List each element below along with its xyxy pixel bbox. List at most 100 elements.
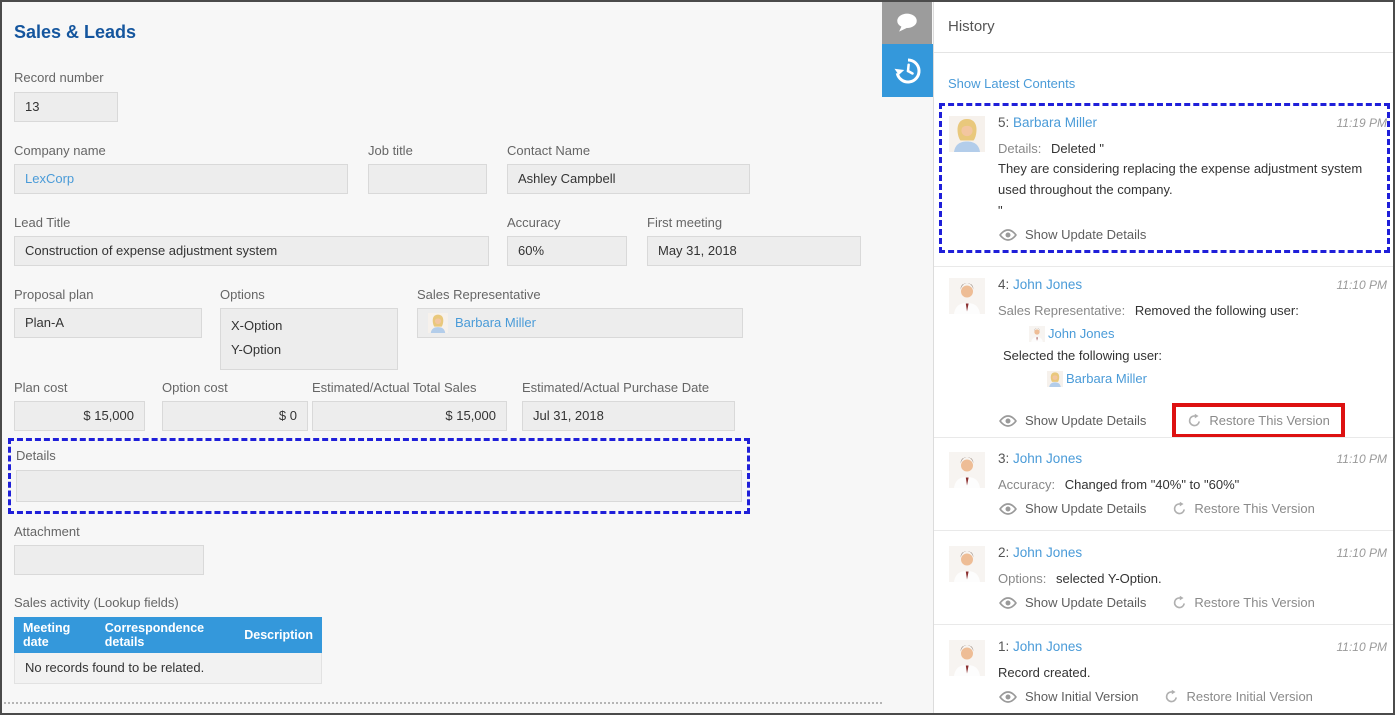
total-sales-label: Estimated/Actual Total Sales xyxy=(312,380,477,395)
company-name-field: LexCorp xyxy=(14,164,348,194)
history-header-divider xyxy=(934,52,1393,53)
proposal-plan-field: Plan-A xyxy=(14,308,202,338)
sales-representative-field: Barbara Miller xyxy=(417,308,743,338)
entry5-number: 5: xyxy=(998,115,1009,130)
record-number-label: Record number xyxy=(14,70,104,85)
entry4-selected-label: Selected the following user: xyxy=(1003,347,1389,365)
male-user-avatar xyxy=(949,640,985,676)
entry-divider xyxy=(934,530,1393,531)
lead-title-label: Lead Title xyxy=(14,215,70,230)
app-window: Sales & Leads Record number 13 Company n… xyxy=(0,0,1395,715)
male-user-avatar xyxy=(949,546,985,582)
circular-arrows-icon xyxy=(1172,595,1187,610)
entry4-removed-user-link[interactable]: John Jones xyxy=(1048,324,1115,344)
proposal-plan-label: Proposal plan xyxy=(14,287,94,302)
entry2-field-label: Options: xyxy=(998,571,1046,586)
company-name-link[interactable]: LexCorp xyxy=(25,171,74,186)
eye-icon xyxy=(998,691,1018,703)
entry3-show-update-details-button[interactable]: Show Update Details xyxy=(998,501,1146,516)
restore-highlight-red-box: Restore This Version xyxy=(1172,403,1344,438)
entry-divider xyxy=(934,437,1393,438)
circular-arrows-icon xyxy=(1187,413,1202,428)
entry5-action-text: Deleted " xyxy=(1051,141,1104,156)
options-label: Options xyxy=(220,287,265,302)
contact-name-label: Contact Name xyxy=(507,143,590,158)
male-user-avatar xyxy=(949,452,985,488)
history-entry-3: 11:10 PM 3: John Jones Accuracy: Changed… xyxy=(949,450,1389,516)
purchase-date-label: Estimated/Actual Purchase Date xyxy=(522,380,709,395)
entry1-timestamp: 11:10 PM xyxy=(1337,640,1387,654)
male-user-avatar xyxy=(949,278,985,314)
entry3-restore-this-version-button[interactable]: Restore This Version xyxy=(1172,501,1314,516)
history-tab-button[interactable] xyxy=(882,44,934,97)
details-field xyxy=(16,470,742,502)
entry4-field-label: Sales Representative: xyxy=(998,303,1125,318)
sales-activity-table: Meeting date Correspondence details Desc… xyxy=(14,617,322,684)
sales-activity-empty-row: No records found to be related. xyxy=(14,653,322,684)
history-clock-icon xyxy=(893,56,923,86)
sales-representative-link[interactable]: Barbara Miller xyxy=(455,309,536,337)
eye-icon xyxy=(998,503,1018,515)
total-sales-field: $ 15,000 xyxy=(312,401,507,431)
history-panel: History Show Latest Contents 11:19 PM 5:… xyxy=(933,2,1393,713)
entry5-body-line-1: They are considering replacing the expen… xyxy=(998,158,1389,179)
sales-activity-table-header: Meeting date Correspondence details Desc… xyxy=(14,617,322,653)
entry5-field-label: Details: xyxy=(998,141,1041,156)
first-meeting-label: First meeting xyxy=(647,215,722,230)
entry5-timestamp: 11:19 PM xyxy=(1337,116,1387,130)
entry-divider xyxy=(934,266,1393,267)
entry-divider xyxy=(934,624,1393,625)
entry2-restore-this-version-button[interactable]: Restore This Version xyxy=(1172,595,1314,610)
details-label: Details xyxy=(16,448,56,463)
entry2-timestamp: 11:10 PM xyxy=(1337,546,1387,560)
male-user-avatar-icon xyxy=(1029,326,1045,342)
entry1-number: 1: xyxy=(998,639,1009,654)
entry4-user-link[interactable]: John Jones xyxy=(1013,277,1082,292)
entry2-number: 2: xyxy=(998,545,1009,560)
entry4-restore-this-version-button[interactable]: Restore This Version xyxy=(1187,413,1329,428)
entry1-user-link[interactable]: John Jones xyxy=(1013,639,1082,654)
entry2-show-update-details-button[interactable]: Show Update Details xyxy=(998,595,1146,610)
circular-arrows-icon xyxy=(1164,689,1179,704)
history-entry-4: 11:10 PM 4: John Jones Sales Representat… xyxy=(949,276,1389,438)
entry4-selected-user-chip: Barbara Miller xyxy=(1047,369,1389,389)
entry5-body-line-2: used throughout the company. xyxy=(998,179,1389,200)
col-description: Description xyxy=(244,628,313,642)
col-correspondence-details: Correspondence details xyxy=(105,621,229,649)
female-user-avatar-icon xyxy=(428,313,448,333)
section-dotted-divider xyxy=(4,702,882,704)
entry5-user-link[interactable]: Barbara Miller xyxy=(1013,115,1097,130)
entry2-user-link[interactable]: John Jones xyxy=(1013,545,1082,560)
entry1-restore-initial-version-button[interactable]: Restore Initial Version xyxy=(1164,689,1312,704)
eye-icon xyxy=(998,597,1018,609)
job-title-label: Job title xyxy=(368,143,413,158)
contact-name-field: Ashley Campbell xyxy=(507,164,750,194)
entry4-show-update-details-button[interactable]: Show Update Details xyxy=(998,413,1146,428)
entry4-number: 4: xyxy=(998,277,1009,292)
show-latest-contents-link[interactable]: Show Latest Contents xyxy=(948,76,1075,91)
entry5-show-update-details-button[interactable]: Show Update Details xyxy=(998,227,1146,242)
circular-arrows-icon xyxy=(1172,501,1187,516)
entry4-selected-user-link[interactable]: Barbara Miller xyxy=(1066,369,1147,389)
attachment-field xyxy=(14,545,204,575)
history-entry-2: 11:10 PM 2: John Jones Options: selected… xyxy=(949,544,1389,610)
entry3-timestamp: 11:10 PM xyxy=(1337,452,1387,466)
female-user-avatar xyxy=(949,116,985,152)
option-y: Y-Option xyxy=(231,338,387,362)
col-meeting-date: Meeting date xyxy=(23,621,90,649)
purchase-date-field: Jul 31, 2018 xyxy=(522,401,735,431)
history-panel-title: History xyxy=(948,18,995,35)
plan-cost-field: $ 15,000 xyxy=(14,401,145,431)
history-entry-1: 11:10 PM 1: John Jones Record created. S… xyxy=(949,638,1389,704)
page-title: Sales & Leads xyxy=(14,22,136,43)
entry3-user-link[interactable]: John Jones xyxy=(1013,451,1082,466)
entry1-show-initial-version-button[interactable]: Show Initial Version xyxy=(998,689,1138,704)
lead-title-field: Construction of expense adjustment syste… xyxy=(14,236,489,266)
option-cost-label: Option cost xyxy=(162,380,228,395)
entry2-action-text: selected Y-Option. xyxy=(1056,571,1162,586)
option-x: X-Option xyxy=(231,314,387,338)
entry3-number: 3: xyxy=(998,451,1009,466)
comments-tab-button[interactable] xyxy=(882,2,932,44)
record-number-value: 13 xyxy=(14,92,118,122)
entry3-field-label: Accuracy: xyxy=(998,477,1055,492)
